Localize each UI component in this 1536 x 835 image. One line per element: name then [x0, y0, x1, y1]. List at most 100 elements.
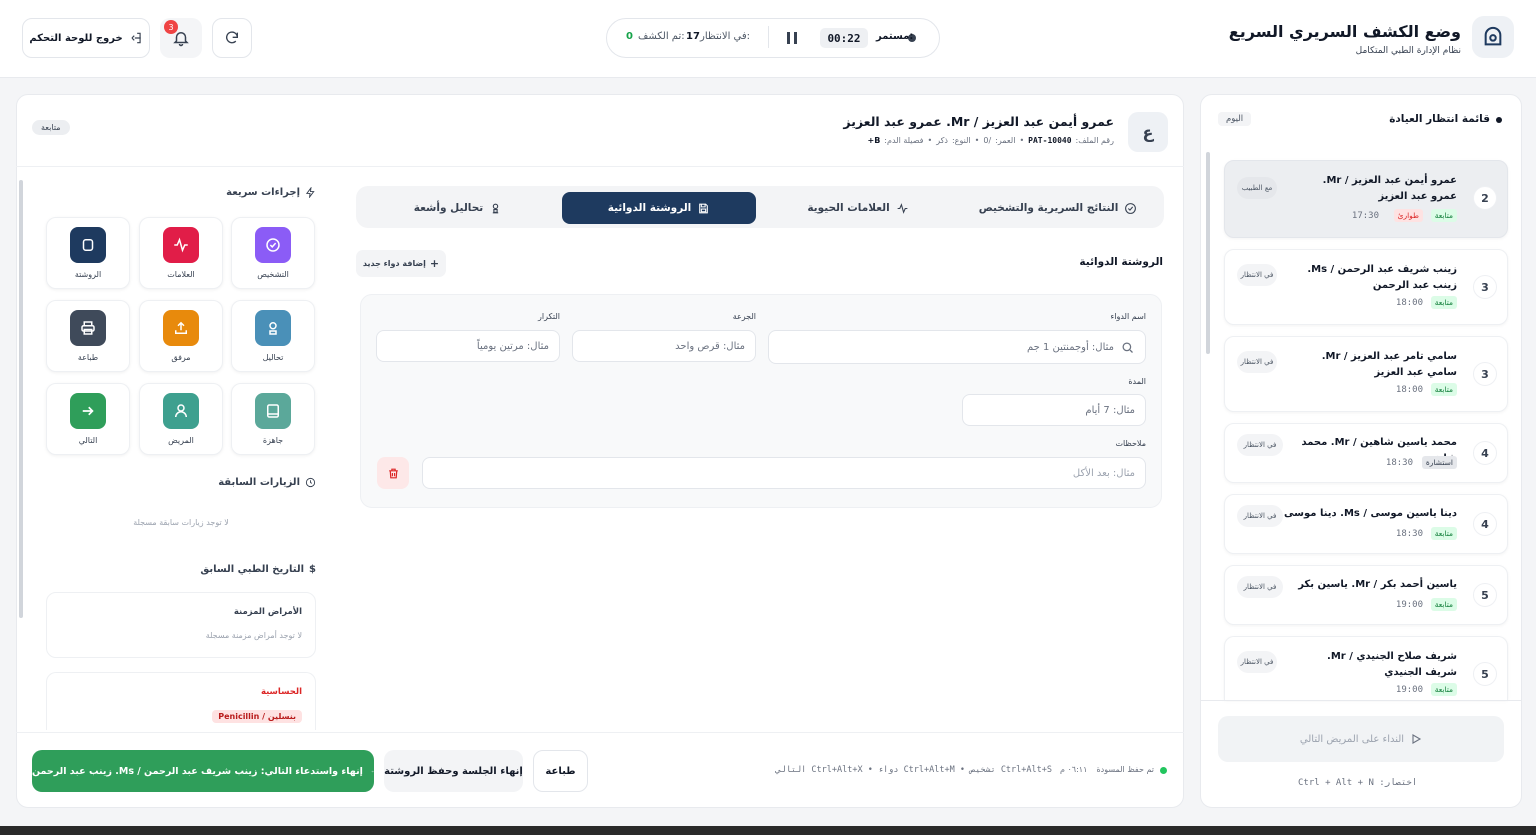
quick-action-label: تحاليل [262, 353, 284, 362]
flask-icon [255, 310, 291, 346]
delete-drug-button[interactable] [377, 457, 409, 489]
tab-prescription[interactable]: الروشتة الدوائية [562, 192, 756, 224]
print-label: طباعة [545, 765, 576, 777]
followup-status-badge: متابعة [32, 120, 70, 135]
queue-item[interactable]: 2 عمرو أيمن عبد العزيز / Mr. عمرو عبد ال… [1224, 160, 1508, 238]
divider [768, 26, 769, 48]
queue-item[interactable]: 3 سامي تامر عبد العزيز / Mr. سامي عبد ال… [1224, 336, 1508, 412]
followup-badge: متابعة [1430, 296, 1457, 309]
prev-visits-title: الزيارات السابقة [218, 477, 316, 488]
waiting-label: في الانتظار: [700, 31, 751, 42]
followup-badge: متابعة [1430, 598, 1457, 611]
quick-action-ready[interactable]: جاهزة [231, 383, 315, 455]
quick-action-label: التالي [78, 436, 98, 445]
followup-badge: متابعة [1430, 383, 1457, 396]
print-button[interactable]: طباعة [533, 750, 588, 792]
queue-time: 18:30 [1395, 529, 1423, 539]
trash-icon [388, 468, 398, 478]
separator: • [974, 136, 980, 145]
exit-dashboard-label: خروج للوحة التحكم [29, 32, 123, 44]
queue-item[interactable]: 5 شريف صلاح الجنيدي / Mr. شريف الجنيدي م… [1224, 636, 1508, 700]
refresh-button[interactable] [212, 18, 252, 58]
quick-action-vitals[interactable]: العلامات [139, 217, 223, 289]
check-circle-icon [255, 227, 291, 263]
tab-label: العلامات الحيوية [807, 202, 890, 214]
notes-input[interactable]: مثال: بعد الأكل [422, 457, 1146, 489]
app-logo-icon [1472, 16, 1514, 58]
followup-badge: متابعة [1430, 209, 1457, 222]
queue-item[interactable]: 5 ياسين أحمد بكر / Mr. ياسين بكر متابعة … [1224, 565, 1508, 625]
call-next-label: النداء على المريض التالي [1299, 733, 1405, 745]
chronic-card [46, 592, 316, 658]
check-circle-icon [1125, 202, 1137, 214]
quick-action-attachment[interactable]: مرفق [139, 300, 223, 372]
queue-patient-name: زينب شريف عبد الرحمن / Ms. زينب عبد الرح… [1307, 264, 1457, 291]
saved-status: تم حفظ المسودة [1096, 765, 1154, 774]
queue-patient-name: ياسين أحمد بكر / Mr. ياسين بكر [1298, 579, 1457, 590]
quick-action-prescription[interactable]: الروشتة [46, 217, 130, 289]
today-badge[interactable]: اليوم [1218, 112, 1252, 126]
queue-scrollbar[interactable] [1206, 152, 1210, 354]
duration-label: المدة [1128, 377, 1146, 386]
queue-number: 3 [1473, 275, 1497, 299]
queue-number: 3 [1473, 362, 1497, 386]
refresh-icon [226, 31, 238, 44]
add-drug-button[interactable]: + إضافة دواء جديد [356, 250, 446, 277]
flask-icon [493, 203, 499, 213]
waiting-count: 17 [686, 31, 700, 42]
exit-dashboard-button[interactable]: خروج للوحة التحكم [22, 18, 150, 58]
tab-diagnosis[interactable]: النتائج السريرية والتشخيص [970, 192, 1146, 224]
quick-action-label: الروشتة [74, 270, 102, 279]
quick-action-next[interactable]: التالي [46, 383, 130, 455]
duration-input[interactable]: مثال: 7 أيام [962, 394, 1146, 426]
arrow-right-icon [70, 393, 106, 429]
dose-input[interactable]: مثال: قرص واحد [572, 330, 756, 362]
divider [16, 166, 1184, 167]
patient-name: عمرو أيمن عبد العزيز / Mr. عمرو عبد العز… [843, 114, 1114, 129]
no-prev-visits: لا توجد زيارات سابقة مسجلة [133, 518, 229, 527]
queue-patient-name: سامي تامر عبد العزيز / Mr. سامي عبد العز… [1321, 351, 1457, 378]
notification-badge: 3 [164, 20, 178, 34]
gender-label: النوع: [951, 136, 971, 145]
queue-time: 18:00 [1395, 298, 1423, 308]
queue-item[interactable]: 4 دينا ياسين موسى / Ms. دينا موسى متابعة… [1224, 494, 1508, 554]
search-icon [1122, 342, 1133, 353]
followup-badge: متابعة [1430, 683, 1457, 696]
examined-count: 0 [626, 31, 633, 42]
patient-avatar: ع [1128, 112, 1168, 152]
end-and-call-next-label: إنهاء واستدعاء التالي: زينب شريف عبد الر… [32, 765, 363, 777]
queue-patient-name: شريف صلاح الجنيدي / Mr. شريف الجنيدي [1327, 651, 1457, 678]
queue-item[interactable]: 3 زينب شريف عبد الرحمن / Ms. زينب عبد ال… [1224, 249, 1508, 325]
add-drug-label: إضافة دواء جديد [362, 259, 426, 268]
frequency-input[interactable]: مثال: مرتين يومياً [376, 330, 560, 362]
quick-action-print[interactable]: طباعة [46, 300, 130, 372]
blood-value: B+ [867, 136, 881, 145]
tab-vitals[interactable]: العلامات الحيوية [770, 192, 946, 224]
quick-action-patient[interactable]: المريض [139, 383, 223, 455]
blood-label: فصيلة الدم: [884, 136, 924, 145]
call-next-button[interactable]: النداء على المريض التالي [1218, 716, 1504, 762]
queue-number: 4 [1473, 512, 1497, 536]
consultation-badge: استشارة [1421, 456, 1457, 469]
patient-meta: رقم الملف: PAT-10040 • العمر: /0 • النوع… [867, 136, 1114, 145]
allergy-title: الحساسية [260, 687, 302, 697]
end-session-button[interactable]: إنهاء الجلسة وحفظ الروشتة [384, 750, 523, 792]
file-number: PAT-10040 [1028, 136, 1072, 145]
separator: • [1019, 136, 1025, 145]
followup-badge: متابعة [1430, 527, 1457, 540]
tab-labs[interactable]: تحاليل وأشعة [370, 192, 546, 224]
end-and-call-next-button[interactable]: إنهاء واستدعاء التالي: زينب شريف عبد الر… [32, 750, 374, 792]
pause-icon[interactable] [786, 31, 798, 48]
dollar-icon: $ [309, 564, 316, 575]
quick-action-labs[interactable]: تحاليل [231, 300, 315, 372]
prev-visits-label: الزيارات السابقة [218, 477, 300, 488]
queue-item[interactable]: 4 محمد ياسين شاهين / Mr. محمد شاهين استش… [1224, 423, 1508, 483]
drug-name-input[interactable]: مثال: أوجمنتين 1 جم [768, 330, 1146, 364]
quick-action-diagnosis[interactable]: التشخيص [231, 217, 315, 289]
upload-icon [163, 310, 199, 346]
app-title: وضع الكشف السريري السريع [1228, 22, 1461, 41]
frequency-placeholder: مثال: مرتين يومياً [476, 340, 549, 352]
quick-action-label: العلامات [167, 270, 195, 279]
sidebar-scrollbar[interactable] [19, 180, 23, 618]
tab-label: الروشتة الدوائية [607, 202, 692, 214]
